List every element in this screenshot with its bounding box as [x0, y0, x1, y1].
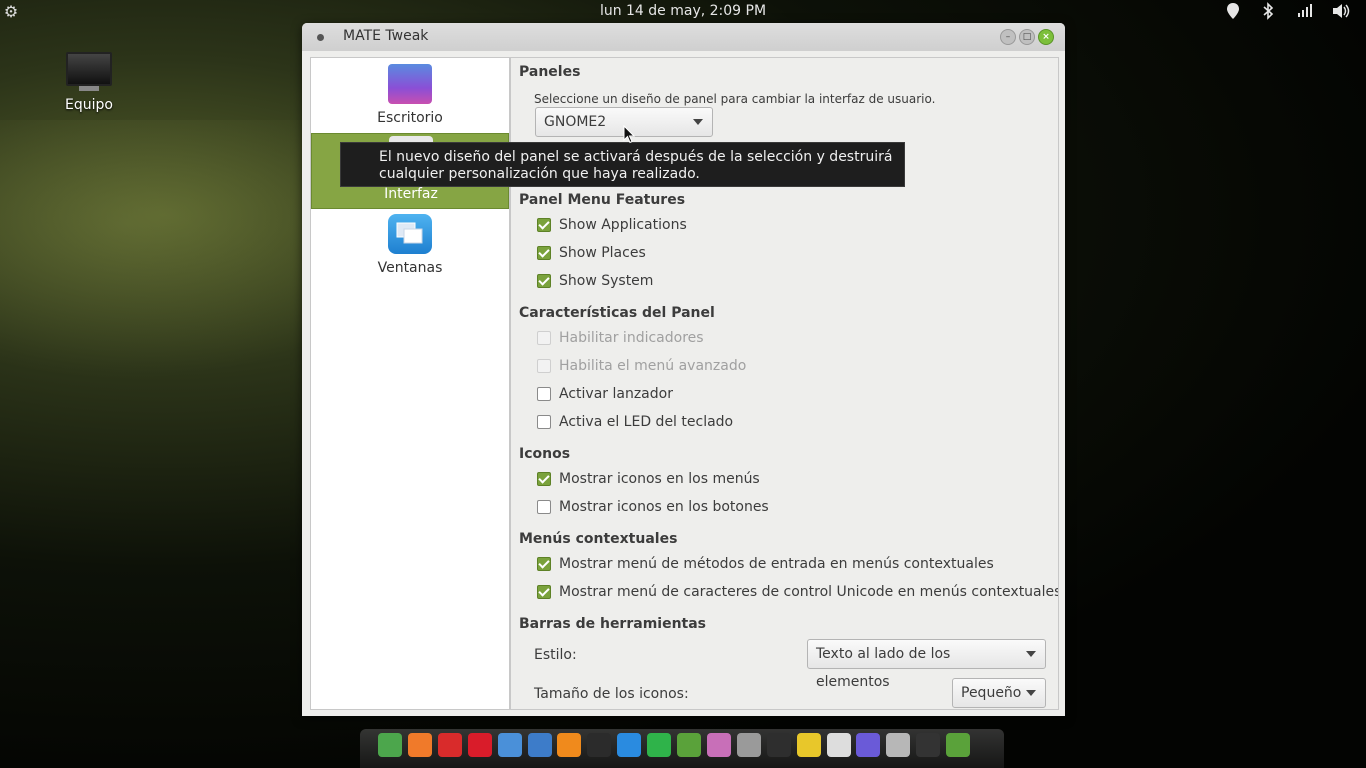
section-header-paneles: Paneles — [519, 64, 581, 80]
sidebar-item-ventanas[interactable]: Ventanas — [311, 208, 509, 282]
trash-icon[interactable] — [886, 733, 911, 757]
section-header-iconos: Iconos — [519, 446, 571, 462]
toolbar-style-label: Estilo: — [534, 647, 577, 663]
settings-panel-icon[interactable] — [706, 733, 731, 757]
toolbar-icon-size-value: Pequeño — [961, 685, 1022, 701]
minimize-button[interactable]: – — [1000, 29, 1016, 45]
terminal-icon[interactable] — [587, 733, 612, 757]
monitor-icon[interactable] — [916, 733, 941, 757]
sync-icon[interactable] — [647, 733, 672, 757]
notes-icon[interactable] — [796, 733, 821, 757]
audio-mute-icon[interactable] — [736, 733, 761, 757]
sidebar-item-escritorio[interactable]: Escritorio — [311, 58, 509, 132]
home-folder-icon[interactable] — [946, 733, 971, 757]
checkbox-icon — [537, 500, 551, 514]
checkbox-icon — [537, 415, 551, 429]
download-icon[interactable] — [617, 733, 642, 757]
checkbox-checked-icon — [537, 218, 551, 232]
window-title: MATE Tweak — [343, 28, 429, 44]
windows-icon — [388, 214, 432, 254]
panel-layout-tooltip: El nuevo diseño del panel se activará de… — [340, 142, 905, 187]
mouse-cursor-icon — [623, 125, 635, 144]
chromium-icon[interactable] — [497, 733, 522, 757]
checkbox-icon — [537, 331, 551, 345]
clock[interactable]: lun 14 de may, 2:09 PM — [0, 3, 1366, 19]
dock — [360, 729, 1004, 768]
checkbox-checked-icon — [537, 274, 551, 288]
toolbar-icon-size-label: Tamaño de los iconos: — [534, 686, 689, 702]
desktop-icon-equipo[interactable]: Equipo — [58, 52, 120, 113]
firefox-icon[interactable] — [407, 733, 432, 757]
tooltip-line-1: El nuevo diseño del panel se activará de… — [379, 149, 893, 165]
chevron-down-icon — [693, 119, 703, 125]
panel-layout-hint: Seleccione un diseño de panel para cambi… — [534, 92, 936, 106]
obs-icon[interactable] — [766, 733, 791, 757]
window-titlebar[interactable]: MATE Tweak – □ × — [302, 23, 1065, 51]
volume-icon[interactable] — [1331, 2, 1351, 22]
checkbox-checked-icon — [537, 472, 551, 486]
section-header-caracteristicas: Características del Panel — [519, 305, 715, 321]
desktop-icon-label: Equipo — [65, 97, 113, 113]
checkbox-icon — [537, 387, 551, 401]
media-player-icon[interactable] — [557, 733, 582, 757]
desktop-icon — [388, 64, 432, 104]
top-panel: ⚙ lun 14 de may, 2:09 PM — [0, 0, 1366, 24]
opera-icon[interactable] — [467, 733, 492, 757]
section-header-barras: Barras de herramientas — [519, 616, 707, 632]
archive-icon[interactable] — [677, 733, 701, 757]
sidebar-item-label: Escritorio — [377, 110, 443, 126]
bluetooth-icon[interactable] — [1262, 2, 1274, 22]
tooltip-line-2: cualquier personalización que haya reali… — [379, 166, 700, 182]
chevron-down-icon — [1026, 690, 1036, 696]
checkbox-checked-icon — [537, 557, 551, 571]
screenshot-icon[interactable] — [826, 733, 851, 757]
sidebar-item-label: Ventanas — [377, 260, 443, 276]
mate-tweak-window: MATE Tweak – □ × Escritorio Interfaz Ven… — [302, 23, 1065, 716]
toolbar-style-select[interactable]: Texto al lado de los elementos — [807, 639, 1046, 690]
display-icon[interactable] — [856, 733, 881, 757]
computer-icon — [66, 52, 112, 86]
location-icon[interactable] — [1226, 2, 1240, 22]
checkbox-checked-icon — [537, 246, 551, 260]
section-header-panel-menu: Panel Menu Features — [519, 192, 686, 208]
checkbox-checked-icon — [537, 585, 551, 599]
toolbar-icon-size-select[interactable]: Pequeño — [952, 678, 1046, 708]
network-signal-icon[interactable] — [1297, 2, 1313, 22]
chevron-down-icon — [1026, 651, 1036, 657]
panel-layout-value: GNOME2 — [544, 114, 607, 130]
sidebar-item-label: Interfaz — [384, 186, 438, 202]
section-header-menus-contextuales: Menús contextuales — [519, 531, 678, 547]
checkbox-icon — [537, 359, 551, 373]
window-menu-icon[interactable] — [317, 34, 324, 41]
close-button[interactable]: × — [1038, 29, 1054, 45]
anchor-icon[interactable] — [378, 733, 402, 757]
writer-icon[interactable] — [527, 733, 552, 757]
vivaldi-icon[interactable] — [437, 733, 462, 757]
maximize-button[interactable]: □ — [1019, 29, 1035, 45]
toolbar-style-value: Texto al lado de los elementos — [816, 646, 951, 690]
